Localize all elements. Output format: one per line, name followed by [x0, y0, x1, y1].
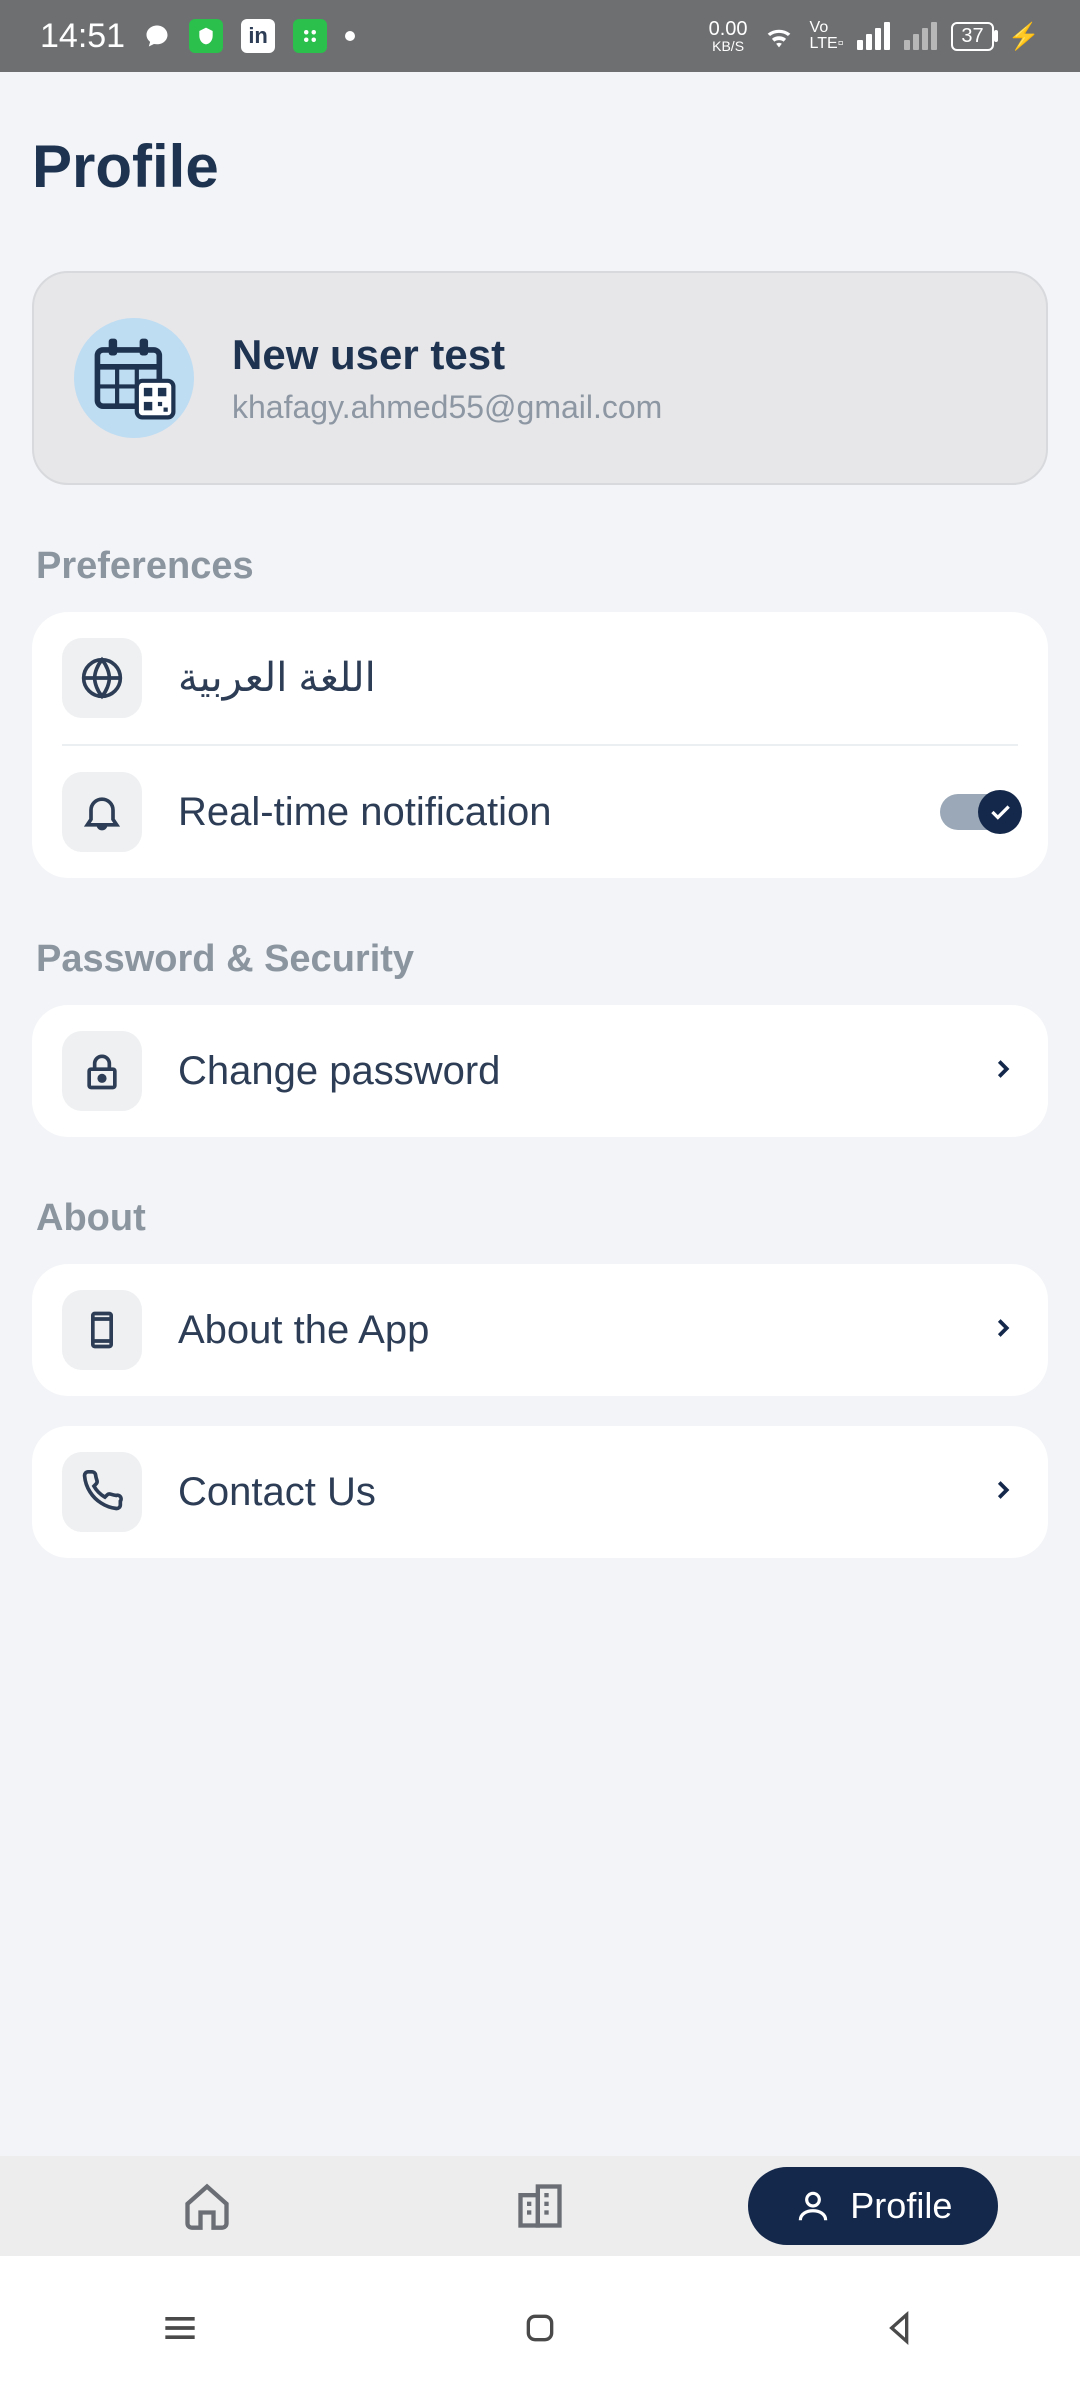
about-app-label: About the App [178, 1308, 952, 1353]
bell-icon [62, 772, 142, 852]
user-avatar [74, 318, 194, 438]
charging-icon: ⚡ [1008, 21, 1040, 52]
shield-icon [189, 19, 223, 53]
chevron-right-icon [988, 1475, 1018, 1510]
chat-bubble-icon [143, 22, 171, 50]
section-title-about: About [36, 1197, 1048, 1240]
change-password-label: Change password [178, 1049, 952, 1094]
system-nav-bar [0, 2256, 1080, 2400]
battery-indicator: 37 [951, 22, 993, 51]
status-bar: 14:51 in 0.00 KB/S VoLTE▫ 37 ⚡ [0, 0, 1080, 72]
lock-icon [62, 1031, 142, 1111]
more-notifications-dot [345, 31, 355, 41]
person-icon [794, 2187, 832, 2225]
notifications-toggle[interactable] [940, 794, 1018, 830]
back-button[interactable] [870, 2298, 930, 2358]
app-icon [293, 19, 327, 53]
row-change-password[interactable]: Change password [62, 1005, 1018, 1137]
user-name: New user test [232, 331, 662, 379]
check-icon [978, 790, 1022, 834]
status-time: 14:51 [40, 17, 125, 56]
linkedin-icon: in [241, 19, 275, 53]
section-title-preferences: Preferences [36, 545, 1048, 588]
chevron-right-icon [988, 1054, 1018, 1089]
card-contact: Contact Us [32, 1426, 1048, 1558]
chevron-right-icon [988, 1313, 1018, 1348]
phone-call-icon [62, 1452, 142, 1532]
bottom-nav: Profile [0, 2156, 1080, 2256]
nav-profile-label: Profile [850, 2185, 952, 2227]
user-card[interactable]: New user test khafagy.ahmed55@gmail.com [32, 271, 1048, 485]
phone-device-icon [62, 1290, 142, 1370]
status-right: 0.00 KB/S VoLTE▫ 37 ⚡ [709, 19, 1040, 53]
row-notifications[interactable]: Real-time notification [62, 744, 1018, 878]
nav-home[interactable] [97, 2180, 317, 2232]
home-icon [181, 2180, 233, 2232]
data-speed: 0.00 KB/S [709, 19, 748, 53]
calendar-qr-icon [89, 333, 179, 423]
signal-icon-1 [857, 22, 890, 50]
contact-label: Contact Us [178, 1470, 952, 1515]
nav-profile[interactable]: Profile [763, 2167, 983, 2245]
wifi-icon [762, 19, 796, 53]
page-title: Profile [32, 132, 1048, 201]
nav-buildings[interactable] [430, 2180, 650, 2232]
language-label: اللغة العربية [178, 655, 1018, 701]
home-button[interactable] [510, 2298, 570, 2358]
card-about-app: About the App [32, 1264, 1048, 1396]
buildings-icon [514, 2180, 566, 2232]
row-language[interactable]: اللغة العربية [62, 612, 1018, 744]
user-email: khafagy.ahmed55@gmail.com [232, 389, 662, 426]
status-left: 14:51 in [40, 17, 355, 56]
signal-icon-2 [904, 22, 937, 50]
card-security: Change password [32, 1005, 1048, 1137]
row-about-app[interactable]: About the App [62, 1264, 1018, 1396]
recent-apps-button[interactable] [150, 2298, 210, 2358]
globe-icon [62, 638, 142, 718]
row-contact-us[interactable]: Contact Us [62, 1426, 1018, 1558]
section-title-security: Password & Security [36, 938, 1048, 981]
card-preferences: اللغة العربية Real-time notification [32, 612, 1048, 878]
user-info: New user test khafagy.ahmed55@gmail.com [232, 331, 662, 426]
notifications-label: Real-time notification [178, 790, 904, 835]
content-area: Profile New user test khafagy.ahmed [0, 72, 1080, 1758]
volte-indicator: VoLTE▫ [810, 20, 844, 52]
nav-profile-pill: Profile [748, 2167, 998, 2245]
